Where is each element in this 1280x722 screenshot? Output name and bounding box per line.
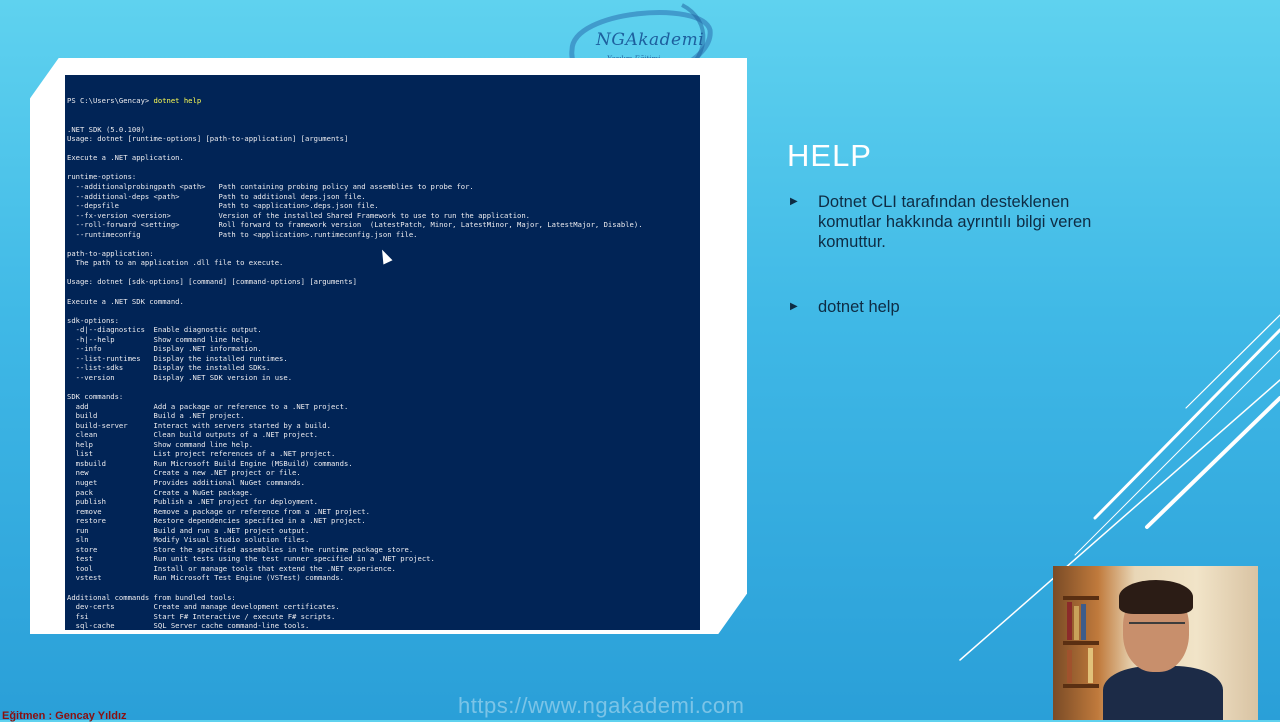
powershell-terminal-screenshot: PS C:\Users\Gencay> dotnet help .NET SDK… [65,75,700,630]
terminal-line: test Run unit tests using the test runne… [67,554,435,564]
bookshelf [1063,596,1099,600]
terminal-line: add Add a package or reference to a .NET… [67,401,349,411]
terminal-output: PS C:\Users\Gencay> dotnet help .NET SDK… [65,75,700,630]
terminal-prompt-line: PS C:\Users\Gencay> dotnet help [67,96,700,106]
terminal-line: remove Remove a package or reference fro… [67,506,370,516]
terminal-prompt: PS C:\Users\Gencay> [67,96,154,106]
terminal-line: list List project references of a .NET p… [67,449,336,459]
slide-bullets: ▶ Dotnet CLI tarafından desteklenen komu… [790,192,1130,362]
terminal-line: --depsfile Path to <application>.deps.js… [67,201,379,211]
webcam-video [1053,566,1258,720]
book [1081,604,1086,640]
terminal-line: .NET SDK (5.0.100) [67,124,145,134]
terminal-line: pack Create a NuGet package. [67,487,254,497]
terminal-line: --runtimeconfig Path to <application>.ru… [67,229,418,239]
terminal-line: --version Display .NET SDK version in us… [67,372,293,382]
terminal-line: sln Modify Visual Studio solution files. [67,535,310,545]
terminal-line: Additional commands from bundled tools: [67,592,236,602]
book [1088,648,1093,683]
terminal-line: --roll-forward <setting> Roll forward to… [67,220,643,230]
terminal-line: --additional-deps <path> Path to additio… [67,191,366,201]
logo-text: NGAkademi [596,30,705,50]
bullet-text: dotnet help [818,298,900,316]
terminal-line: --additionalprobingpath <path> Path cont… [67,182,474,192]
book [1074,606,1079,640]
terminal-line: store Store the specified assemblies in … [67,544,414,554]
terminal-line: --fx-version <version> Version of the in… [67,210,531,220]
terminal-command: dotnet help [153,96,202,106]
terminal-line: -d|--diagnostics Enable diagnostic outpu… [67,325,262,335]
terminal-line: Usage: dotnet [runtime-options] [path-to… [67,134,349,144]
bullet-text: Dotnet CLI tarafından desteklenen komutl… [818,193,1092,251]
bookshelf [1063,684,1099,688]
terminal-line: publish Publish a .NET project for deplo… [67,497,318,507]
bullet-arrow-icon: ▶ [790,196,798,207]
terminal-line: clean Clean build outputs of a .NET proj… [67,430,318,440]
terminal-line: msbuild Run Microsoft Build Engine (MSBu… [67,458,353,468]
bullet-item: ▶ dotnet help [790,297,1130,317]
terminal-line: runtime-options: [67,172,137,182]
terminal-line: --info Display .NET information. [67,344,262,354]
terminal-line: help Show command line help. [67,439,254,449]
terminal-line: nuget Provides additional NuGet commands… [67,477,305,487]
terminal-line: sdk-options: [67,315,119,325]
terminal-line: sql-cache SQL Server cache command-line … [67,621,310,630]
terminal-line: vstest Run Microsoft Test Engine (VSTest… [67,573,344,583]
terminal-line: Execute a .NET SDK command. [67,296,184,306]
terminal-line: SDK commands: [67,392,124,402]
bookshelf [1063,641,1099,645]
book [1067,602,1072,640]
slide-title: HELP [787,138,872,173]
terminal-line: dev-certs Create and manage development … [67,602,340,612]
bullet-item: ▶ Dotnet CLI tarafından desteklenen komu… [790,192,1130,252]
presenter-glasses [1129,622,1185,638]
bullet-arrow-icon: ▶ [790,301,798,312]
terminal-line: Execute a .NET application. [67,153,184,163]
book [1067,650,1072,683]
terminal-line: build-server Interact with servers start… [67,420,331,430]
terminal-line: restore Restore dependencies specified i… [67,516,366,526]
terminal-line: fsi Start F# Interactive / execute F# sc… [67,611,336,621]
terminal-line: new Create a new .NET project or file. [67,468,301,478]
terminal-line: Usage: dotnet [sdk-options] [command] [c… [67,277,357,287]
terminal-line: build Build a .NET project. [67,411,245,421]
presenter-body [1103,666,1223,720]
website-watermark: https://www.ngakademi.com [458,693,745,718]
terminal-line: tool Install or manage tools that extend… [67,563,396,573]
terminal-line: --list-runtimes Display the installed ru… [67,353,288,363]
terminal-line: -h|--help Show command line help. [67,334,254,344]
terminal-line: --list-sdks Display the installed SDKs. [67,363,271,373]
terminal-line: run Build and run a .NET project output. [67,525,310,535]
trainer-caption: Eğitmen : Gencay Yıldız [2,710,127,722]
presenter-hair [1119,580,1193,614]
